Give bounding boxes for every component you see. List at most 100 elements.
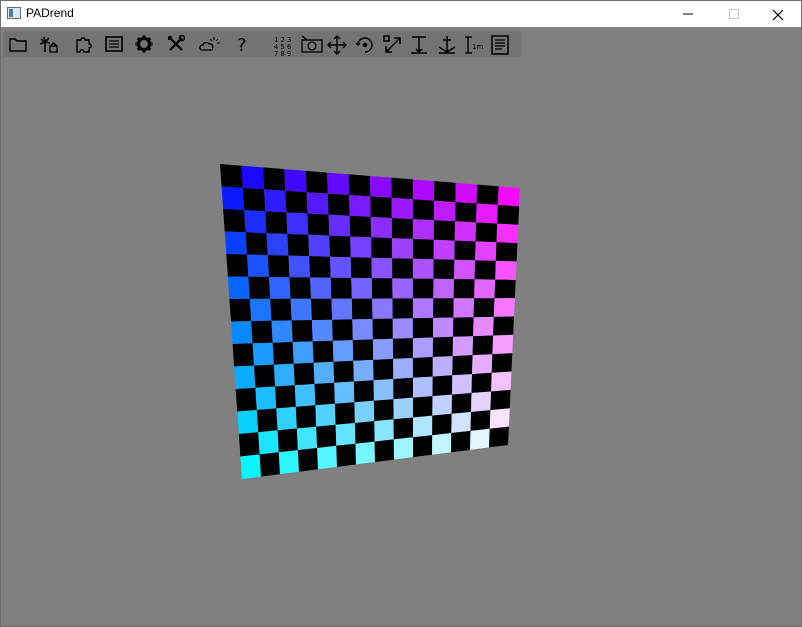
checker-square [275,385,296,409]
list-panel-icon [105,36,123,52]
checker-square [434,200,456,222]
rotate-button[interactable] [353,33,375,55]
help-button[interactable]: ? [231,33,253,55]
checker-square [413,435,433,458]
checker-square [355,441,375,465]
checker-square [391,197,413,220]
checker-square [353,359,374,382]
move-button[interactable] [325,33,347,55]
checker-square [433,259,455,280]
checker-square [267,255,290,278]
title-bar[interactable]: PADrend [1,1,801,27]
checker-square [413,396,433,418]
3d-viewport[interactable] [1,27,801,626]
checker-square [285,190,308,214]
numbers-button[interactable]: 123456789 [271,33,293,57]
checker-square [453,317,474,337]
checker-square [371,278,393,299]
checker-square [474,260,496,280]
checker-square [495,242,518,262]
crossed-tools-icon [168,35,185,51]
checker-square [412,219,434,240]
checker-square [307,213,330,236]
checker-square [433,278,454,299]
checker-square [244,210,267,234]
checker-square [349,215,372,238]
number-grid-icon: 123456789 [274,36,291,57]
checker-square [293,362,315,386]
checker-square [350,257,372,279]
maximize-button[interactable] [711,1,757,27]
checker-square [412,337,433,358]
measure-button[interactable]: 1m [461,33,483,55]
checker-square [249,298,272,322]
app-window: PADrend ? 1 2 3 4 5 6 7 8 9 1m [0,0,802,627]
checker-square [264,189,287,213]
effects-button[interactable] [197,33,220,55]
checker-square [351,277,373,299]
checker-square [313,361,335,384]
settings-button[interactable] [133,33,155,55]
checker-square [373,399,394,422]
checker-square [432,433,452,455]
checker-square [240,454,261,479]
move-arrows-icon [327,35,347,55]
scale-arrows-icon [383,35,401,53]
checker-square [289,277,311,299]
checker-square [476,184,499,205]
checker-square [330,277,352,299]
checker-square [227,276,250,299]
close-button[interactable] [755,1,801,27]
plugins-button[interactable] [73,33,95,55]
checker-square [454,221,477,242]
checker-square [471,372,492,393]
minimize-button[interactable] [665,1,711,27]
checker-square [247,254,269,277]
svg-text:123456789: 123456789 [274,36,291,57]
checker-square [413,376,433,398]
open-button[interactable] [7,33,29,55]
checker-square [392,298,413,319]
checker-square [315,403,336,427]
checker-square [412,238,434,260]
snap-button[interactable] [407,33,429,55]
anchor-button[interactable] [435,33,457,55]
checker-square [451,412,471,433]
checker-square [277,428,298,453]
checker-square [262,167,286,191]
checker-square [331,298,353,320]
checker-square [370,196,392,218]
checker-square [235,387,257,412]
checker-square [373,379,394,401]
checker-square [497,204,520,225]
checker-square [475,241,497,261]
checker-square [220,164,243,188]
measure-icon: 1m [465,36,483,54]
anchor-icon [438,36,456,54]
notes-button[interactable] [489,33,511,55]
checker-square [305,170,328,194]
checker-square [493,298,515,317]
question-mark-icon: ? [237,35,247,53]
folder-icon [9,38,27,52]
scene-tools-button[interactable] [37,33,59,55]
tools-button[interactable] [165,33,187,55]
checker-square [348,174,371,197]
checker-square [476,203,498,224]
checker-square [473,298,495,318]
checker-square [372,338,394,360]
scale-button[interactable] [381,33,403,55]
camera-button[interactable] [299,33,323,55]
checker-square [412,357,433,378]
checker-square [294,384,316,407]
checker-square [393,397,413,420]
checker-square [392,278,413,299]
checker-square [453,298,475,318]
checker-square [392,238,413,259]
checker-square [312,340,334,363]
properties-button[interactable] [103,33,125,55]
snap-vertical-icon [411,36,427,54]
checker-square [256,408,278,433]
checker-square [276,406,297,431]
checker-square [287,234,310,257]
